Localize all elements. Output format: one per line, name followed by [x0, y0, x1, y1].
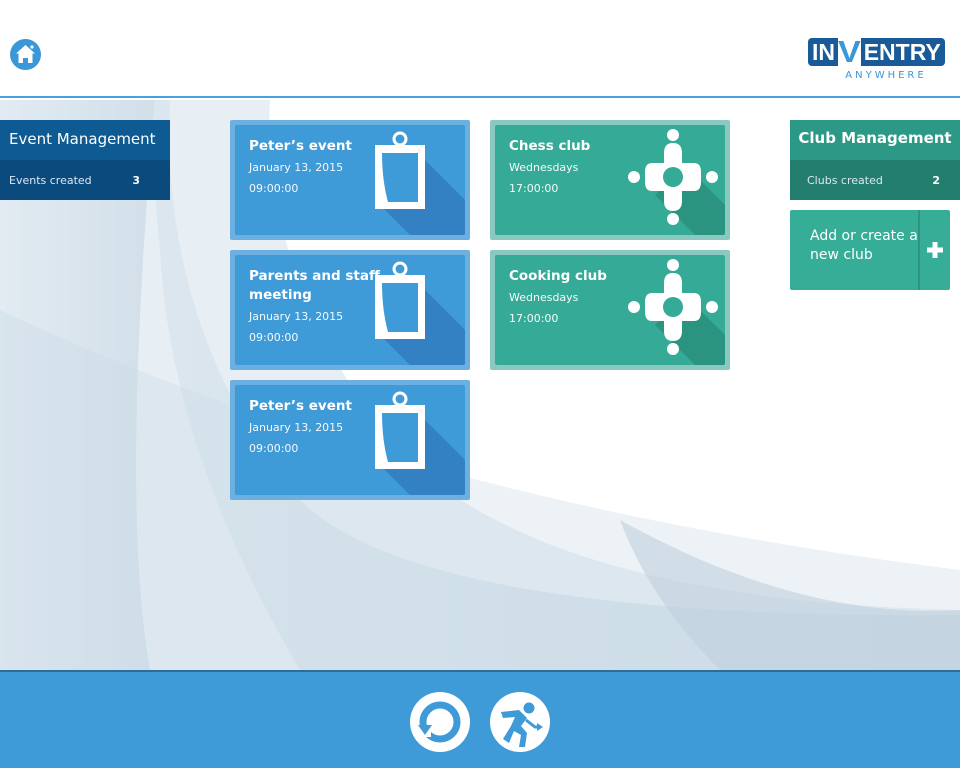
club-management-panel: Club Management Clubs created 2: [790, 120, 960, 200]
event-title: Parents and staff meeting: [249, 268, 380, 303]
club-management-title: Club Management: [790, 120, 960, 160]
main-area: Event Management Events created 3 Peter’…: [0, 100, 960, 670]
event-time: 09:00:00: [249, 331, 299, 344]
event-management-title: Event Management: [0, 120, 170, 160]
event-card[interactable]: Peter’s event January 13, 2015 09:00:00: [230, 120, 470, 240]
refresh-button[interactable]: [409, 691, 471, 753]
event-time: 09:00:00: [249, 442, 299, 455]
exit-button[interactable]: [489, 691, 551, 753]
home-icon: [10, 39, 41, 70]
club-day: Wednesdays: [509, 161, 579, 174]
footer-bar: [0, 670, 960, 768]
club-card[interactable]: Chess club Wednesdays 17:00:00: [490, 120, 730, 240]
club-title: Cooking club: [509, 268, 607, 284]
club-time: 17:00:00: [509, 182, 559, 195]
clubs-created-label: Clubs created: [807, 173, 883, 187]
clubs-created-count: 2: [932, 173, 940, 187]
event-date: January 13, 2015: [249, 161, 344, 174]
event-card[interactable]: Peter’s event January 13, 2015 09:00:00: [230, 380, 470, 500]
event-title: Peter’s event: [249, 398, 352, 414]
club-title: Chess club: [509, 138, 591, 154]
logo-entry: ENTRY: [860, 38, 945, 66]
events-created-row: Events created 3: [0, 160, 170, 200]
event-date: January 13, 2015: [249, 421, 344, 434]
event-card[interactable]: Parents and staff meeting January 13, 20…: [230, 250, 470, 370]
logo-subtitle: ANYWHERE: [845, 70, 927, 81]
club-time: 17:00:00: [509, 312, 559, 325]
club-day: Wednesdays: [509, 291, 579, 304]
top-bar: IN V ENTRY ANYWHERE: [0, 0, 960, 98]
club-card[interactable]: Cooking club Wednesdays 17:00:00: [490, 250, 730, 370]
event-time: 09:00:00: [249, 182, 299, 195]
logo-v: V: [837, 34, 861, 69]
clubs-created-row: Clubs created 2: [790, 160, 960, 200]
exit-icon: [490, 692, 550, 752]
event-title: Peter’s event: [249, 138, 352, 154]
logo-in: IN: [808, 38, 838, 66]
plus-icon: [920, 210, 950, 290]
home-button[interactable]: [10, 39, 41, 70]
event-management-panel: Event Management Events created 3: [0, 120, 170, 200]
event-date: January 13, 2015: [249, 310, 344, 323]
refresh-icon: [410, 692, 470, 752]
events-created-label: Events created: [9, 173, 92, 187]
inventry-logo: IN V ENTRY ANYWHERE: [808, 34, 950, 81]
add-club-button[interactable]: Add or create a new club: [790, 210, 950, 290]
add-club-label: Add or create a new club: [810, 228, 918, 263]
events-created-count: 3: [132, 173, 140, 187]
